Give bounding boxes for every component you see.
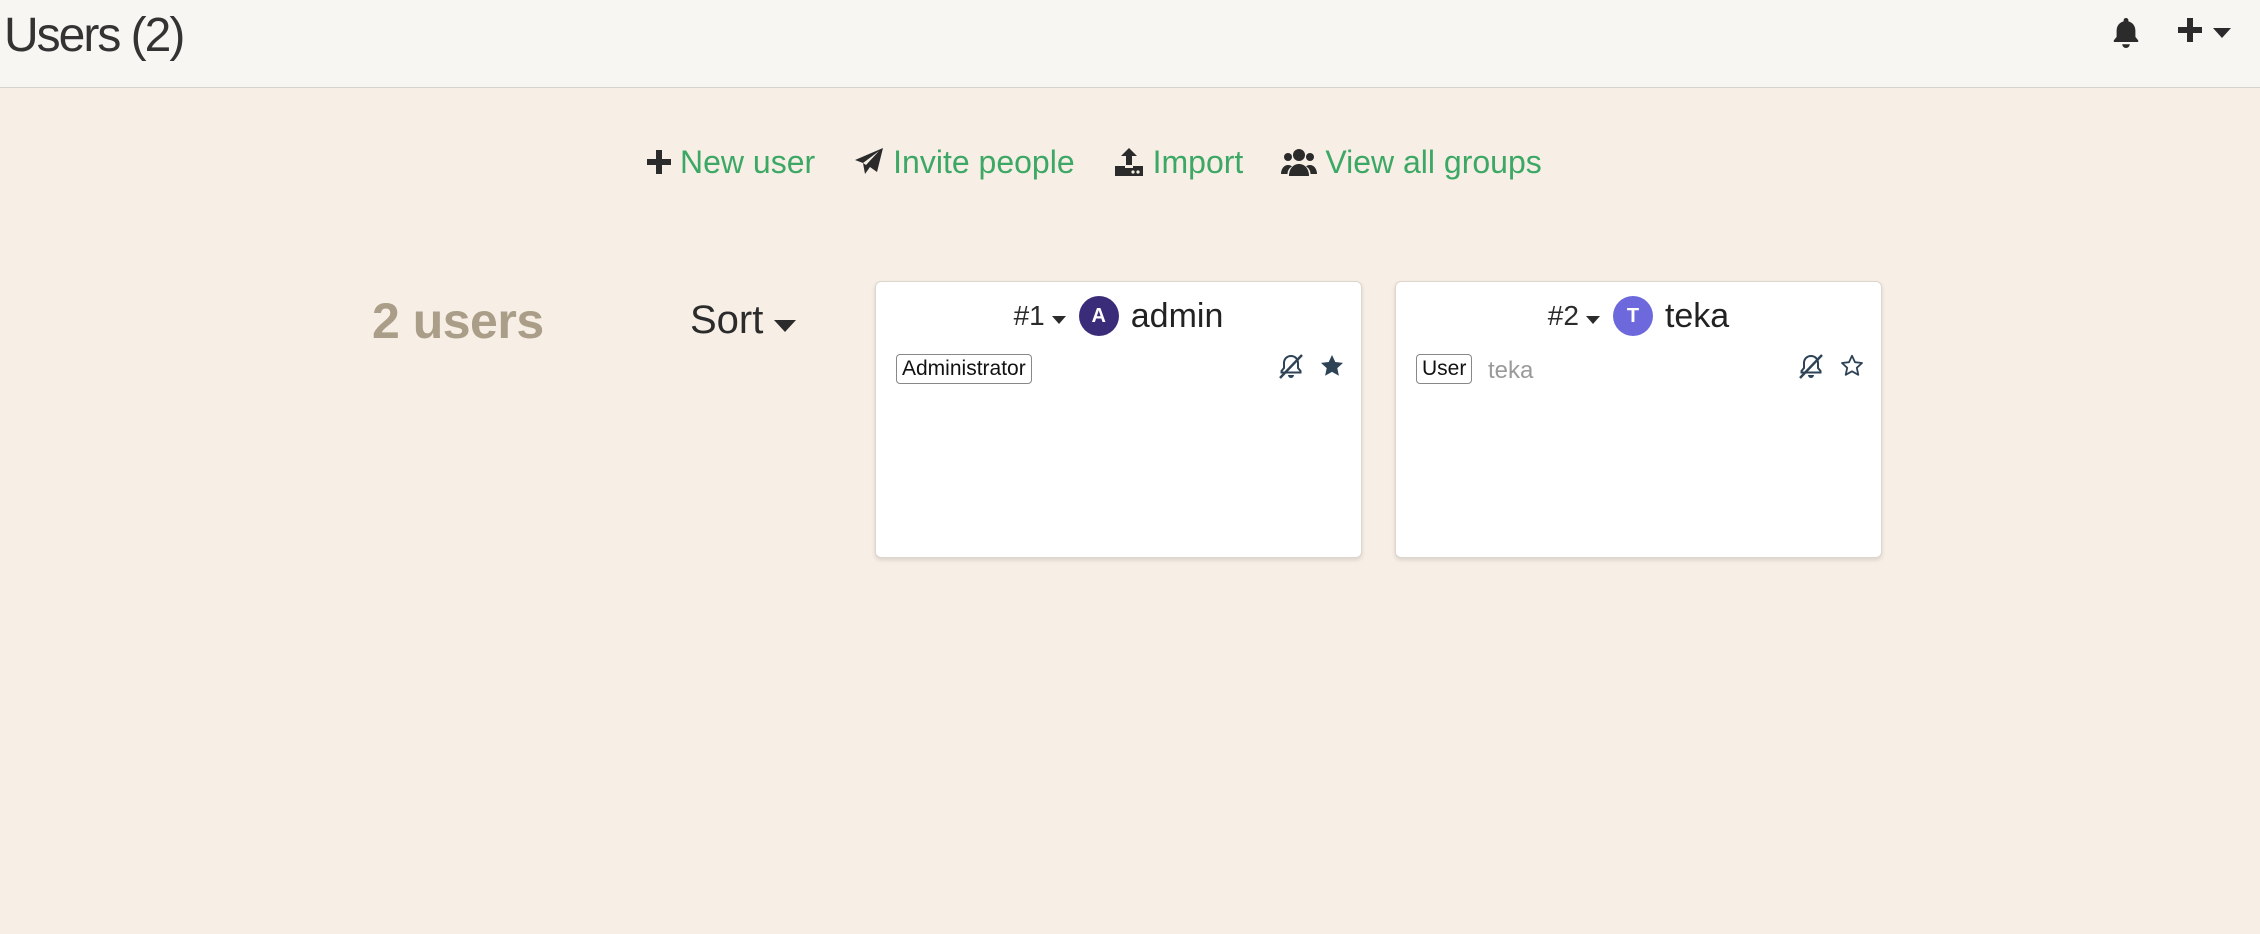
chevron-down-icon (2212, 26, 2232, 44)
user-card-header: #2 T teka (1396, 296, 1881, 336)
user-number: #2 (1547, 300, 1579, 331)
invite-people-link[interactable]: Invite people (853, 143, 1075, 181)
avatar[interactable]: T (1612, 296, 1653, 336)
import-label: Import (1152, 143, 1244, 180)
plus-icon (646, 149, 672, 175)
invite-people-label: Invite people (893, 143, 1075, 180)
user-name[interactable]: admin (1131, 297, 1224, 336)
new-user-label: New user (680, 143, 816, 180)
star-filled-icon[interactable] (1319, 353, 1345, 384)
user-card: #1 A admin Administrator (875, 281, 1362, 558)
new-user-link[interactable]: New user (646, 144, 815, 181)
star-outline-icon[interactable] (1839, 353, 1865, 384)
user-card-header: #1 A admin (876, 296, 1361, 336)
user-number-dropdown[interactable]: #2 (1548, 300, 1601, 332)
page-title: Users (2) (4, 9, 185, 62)
chevron-down-icon (1585, 300, 1601, 332)
user-login: teka (1488, 357, 1534, 384)
add-menu-button[interactable] (2176, 12, 2240, 48)
user-card-icons (1797, 352, 1865, 385)
user-card: #2 T teka User teka (1395, 281, 1882, 558)
upload-icon (1113, 146, 1145, 178)
chevron-down-icon (773, 298, 797, 343)
view-all-groups-label: View all groups (1325, 143, 1542, 180)
sort-dropdown[interactable]: Sort (690, 298, 797, 343)
users-group-icon (1281, 146, 1318, 178)
bell-slash-icon[interactable] (1797, 352, 1825, 385)
user-number: #1 (1013, 300, 1045, 331)
plus-icon (2176, 16, 2204, 49)
avatar[interactable]: A (1078, 296, 1119, 336)
top-bar: Users (2) (0, 0, 2260, 88)
import-link[interactable]: Import (1113, 143, 1244, 181)
view-all-groups-link[interactable]: View all groups (1281, 143, 1542, 181)
user-actions-bar: New user Invite people Import View all g… (646, 140, 1542, 184)
bell-slash-icon[interactable] (1277, 352, 1305, 385)
user-number-dropdown[interactable]: #1 (1014, 300, 1067, 332)
avatar-letter: T (1626, 304, 1640, 327)
user-count: 2 users (372, 293, 544, 349)
user-card-icons (1277, 352, 1345, 385)
role-badge: Administrator (896, 354, 1032, 384)
sort-label: Sort (690, 298, 764, 342)
paper-plane-icon (853, 146, 885, 178)
notifications-button[interactable] (2108, 14, 2144, 50)
chevron-down-icon (1051, 300, 1067, 332)
bell-icon (2108, 18, 2144, 54)
avatar-letter: A (1091, 304, 1106, 327)
user-name[interactable]: teka (1665, 297, 1729, 336)
role-badge: User (1416, 354, 1473, 384)
